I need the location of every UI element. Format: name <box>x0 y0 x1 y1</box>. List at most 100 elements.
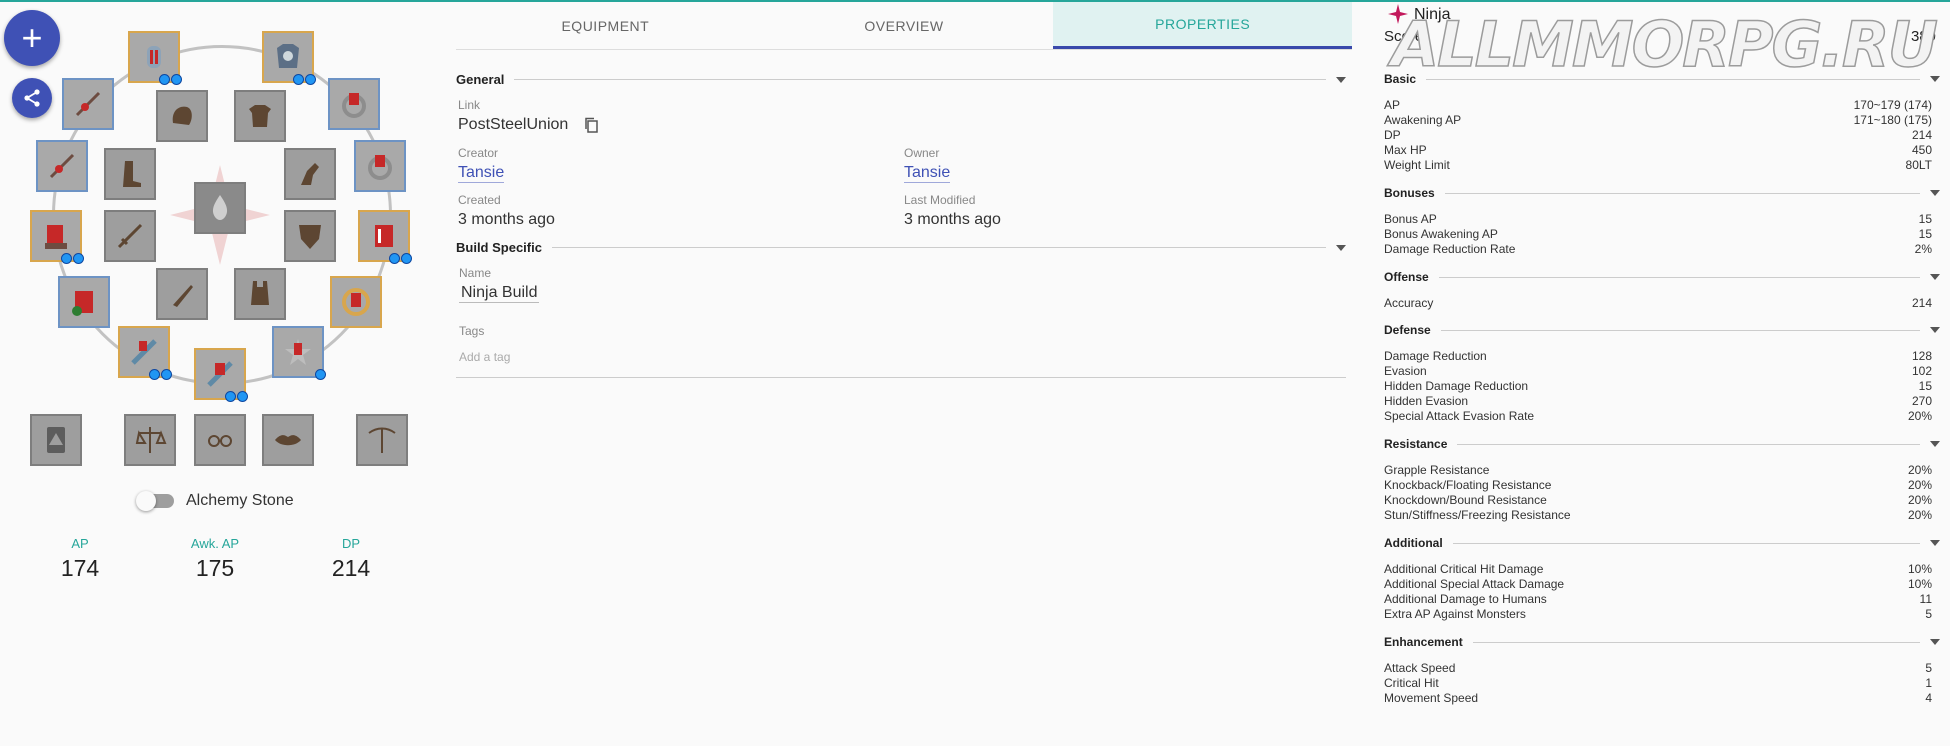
creator-link[interactable]: Tansie <box>458 164 505 183</box>
gloves-slot[interactable] <box>284 148 336 200</box>
helmet-slot[interactable] <box>128 31 182 85</box>
glasses-icon <box>208 435 232 447</box>
divider <box>1438 276 1920 278</box>
section-header[interactable]: Defense <box>1384 323 1940 337</box>
divider <box>1444 192 1920 194</box>
life-tool-slot-1[interactable] <box>124 414 176 466</box>
stat-key: Special Attack Evasion Rate <box>1384 409 1535 423</box>
belt-icon <box>45 225 67 249</box>
awakening-weapon-slot[interactable] <box>156 268 208 320</box>
ring-slot-3[interactable] <box>330 276 382 328</box>
necklace-slot[interactable] <box>358 210 412 264</box>
section-header[interactable]: Additional <box>1384 536 1940 550</box>
stat-key: Weight Limit <box>1384 158 1450 172</box>
ring-slot-right[interactable] <box>328 78 380 130</box>
stat-key: Knockdown/Bound Resistance <box>1384 493 1547 507</box>
scroll-icon <box>131 339 157 365</box>
watermark-logo: ALLMMORPG.RU <box>1390 7 1938 82</box>
sub-weapon-slot[interactable] <box>284 210 336 262</box>
section-header[interactable]: Basic <box>1384 72 1940 86</box>
creator-field: Creator Tansie <box>458 146 505 183</box>
section-title: Additional <box>1384 536 1443 550</box>
crystal-icon <box>212 195 228 220</box>
ring-icon <box>342 93 366 118</box>
chevron-down-icon[interactable] <box>1930 274 1940 280</box>
ring-slot-2[interactable] <box>354 140 406 192</box>
life-tool-slot-3[interactable] <box>262 414 314 466</box>
crystal-slot[interactable] <box>194 182 246 234</box>
accessory-slot-2[interactable] <box>272 326 326 380</box>
stat-val: 20% <box>1907 463 1932 477</box>
accessory-slot-1[interactable] <box>118 326 172 380</box>
stat-row: Bonus Awakening AP 15 <box>1384 227 1940 242</box>
stat-label: AP <box>71 536 89 551</box>
belt-slot[interactable] <box>30 210 84 264</box>
stone-icon <box>47 427 65 453</box>
stat-key: Max HP <box>1384 143 1427 157</box>
tab-properties[interactable]: PROPERTIES <box>1053 2 1353 49</box>
general-section-header[interactable]: General <box>456 72 1346 87</box>
divider <box>551 247 1326 248</box>
tab-equipment[interactable]: EQUIPMENT <box>456 2 755 49</box>
chevron-down-icon[interactable] <box>1336 76 1346 83</box>
chevron-down-icon[interactable] <box>1930 327 1940 333</box>
stats-summary-panel: Ninja Score: 389 ALLMMORPG.RU Basic AP 17… <box>1384 0 1944 746</box>
costume-slot[interactable] <box>234 268 286 320</box>
armor-slot[interactable] <box>262 31 316 85</box>
chevron-down-icon[interactable] <box>1930 190 1940 196</box>
stat-row: Max HP 450 <box>1384 143 1940 158</box>
stat-val: 20% <box>1907 508 1932 522</box>
stat-val: 80LT <box>1905 158 1932 172</box>
armor-icon <box>277 44 299 68</box>
earring-slot-2[interactable] <box>58 276 110 328</box>
stat-row: Knockdown/Bound Resistance 20% <box>1384 493 1940 508</box>
chevron-down-icon[interactable] <box>1930 76 1940 82</box>
section-header[interactable]: Resistance <box>1384 437 1940 451</box>
chevron-down-icon[interactable] <box>1336 244 1346 251</box>
tag-input[interactable]: Add a tag <box>459 350 510 364</box>
section-header[interactable]: Offense <box>1384 270 1940 284</box>
share-button[interactable] <box>12 78 52 118</box>
stat-val: 11 <box>1919 592 1932 606</box>
shirt-slot[interactable] <box>234 90 286 142</box>
tab-overview[interactable]: OVERVIEW <box>755 2 1054 49</box>
copy-icon[interactable] <box>583 117 599 133</box>
stat-row: Critical Hit 1 <box>1384 676 1940 691</box>
section-title: Defense <box>1384 323 1431 337</box>
chevron-down-icon[interactable] <box>1930 441 1940 447</box>
necklace-slot-left[interactable] <box>62 78 114 130</box>
stat-row: AP 170~179 (174) <box>1384 98 1940 113</box>
created-field: Created 3 months ago <box>458 193 555 229</box>
section-header[interactable]: Enhancement <box>1384 635 1940 649</box>
life-tool-slot-4[interactable] <box>356 414 408 466</box>
alchemy-stone-slot[interactable] <box>30 414 82 466</box>
bracelet-icon <box>207 361 233 387</box>
section-title: Basic <box>1384 72 1417 86</box>
stat-row: Additional Damage to Humans 11 <box>1384 592 1940 607</box>
build-specific-section-header[interactable]: Build Specific <box>456 240 1346 255</box>
build-name-input[interactable]: Ninja Build <box>459 284 540 303</box>
accessory-slot-3[interactable] <box>194 348 248 402</box>
owner-link[interactable]: Tansie <box>904 164 951 183</box>
stat-row: Hidden Damage Reduction 15 <box>1384 379 1940 394</box>
stat-val: 171~180 (175) <box>1853 113 1932 127</box>
section-title: General <box>456 72 505 87</box>
owner-label: Owner <box>904 146 940 160</box>
earring-slot-left[interactable] <box>36 140 88 192</box>
main-weapon-slot[interactable] <box>104 210 156 262</box>
chevron-down-icon[interactable] <box>1930 540 1940 546</box>
share-icon <box>24 89 40 107</box>
section-header[interactable]: Bonuses <box>1384 186 1940 200</box>
stat-value: 175 <box>195 555 235 581</box>
chevron-down-icon[interactable] <box>1930 639 1940 645</box>
hood-slot[interactable] <box>156 90 208 142</box>
stat-row: Damage Reduction Rate 2% <box>1384 242 1940 257</box>
tab-bar: EQUIPMENT OVERVIEW PROPERTIES <box>456 2 1353 50</box>
life-tool-slot-2[interactable] <box>194 414 246 466</box>
boots-slot[interactable] <box>104 148 156 200</box>
stat-rows: Damage Reduction 128 Evasion 102 Hidden Da… <box>1384 349 1940 424</box>
section-title: Build Specific <box>456 240 542 255</box>
tags-field: Tags Add a tag <box>459 324 510 364</box>
add-build-button[interactable]: + <box>4 10 60 66</box>
alchemy-stone-toggle[interactable] <box>136 491 174 511</box>
